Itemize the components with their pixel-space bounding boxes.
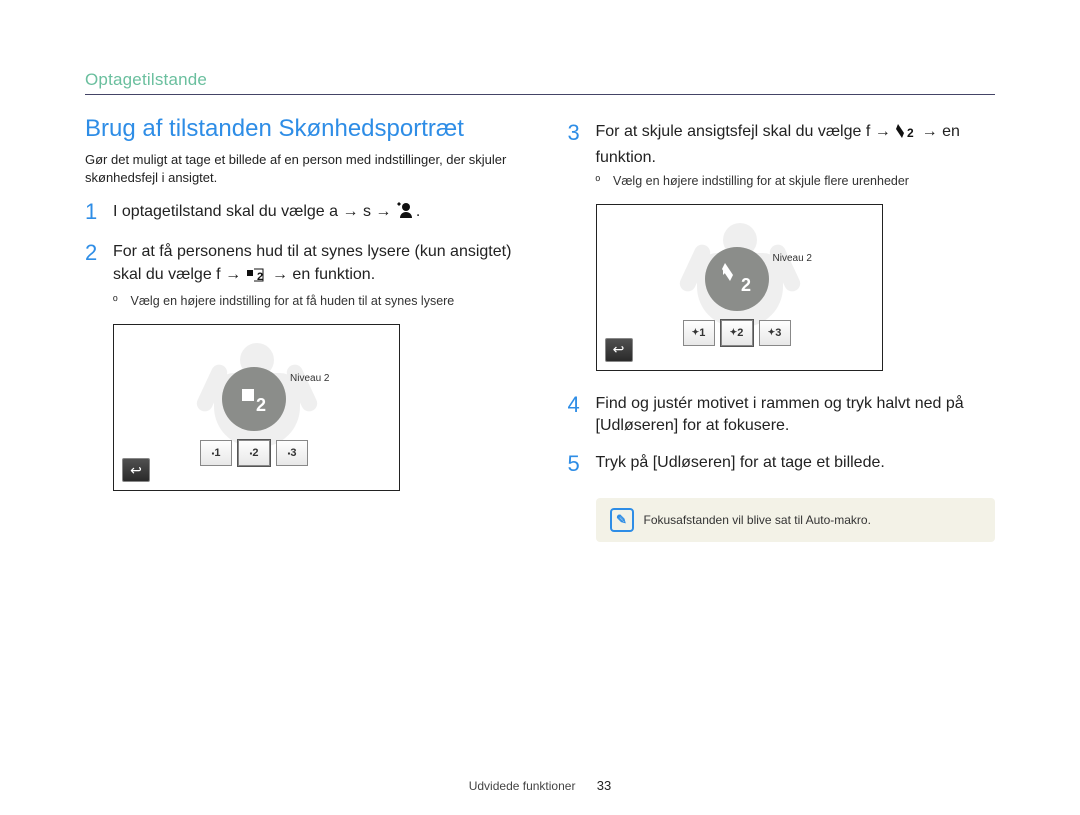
step-text: For at skjule ansigtsfejl skal du vælge … — [596, 121, 996, 170]
step-2: 2 For at få personens hud til at synes l… — [85, 241, 513, 290]
note-text: Vælg en højere indstilling for at skjule… — [613, 174, 909, 188]
arrow-icon: → — [875, 123, 891, 140]
step-number: 4 — [568, 393, 586, 438]
face-tone-icon: 2 — [246, 267, 268, 290]
step-2-tail: en funktion. — [292, 266, 375, 283]
intro-text: Gør det muligt at tage et billede af en … — [85, 151, 513, 186]
step-1-pre: I optagetilstand skal du vælge a — [113, 203, 338, 220]
page-title: Brug af tilstanden Skønhedsportræt — [85, 115, 513, 143]
right-column: 3 For at skjule ansigtsfejl skal du vælg… — [568, 115, 996, 542]
back-icon: ↩ — [130, 462, 142, 479]
level-option-3[interactable]: ✦3 — [759, 320, 791, 346]
step-3: 3 For at skjule ansigtsfejl skal du vælg… — [568, 121, 996, 170]
manual-page: Optagetilstande Brug af tilstanden Skønh… — [0, 0, 1080, 815]
arrow-icon: → — [375, 203, 391, 220]
footer-label: Udvidede funktioner — [469, 779, 576, 793]
page-number: 33 — [597, 778, 611, 793]
step-text: I optagetilstand skal du vælge a → s → . — [113, 200, 513, 227]
left-column: Brug af tilstanden Skønhedsportræt Gør d… — [85, 115, 513, 542]
tip-callout: ✎ Fokusafstanden vil blive sat til Auto-… — [596, 498, 996, 542]
back-icon: ↩ — [613, 341, 625, 358]
level-options: ▪1 ▪2 ▪3 — [200, 440, 308, 466]
level-options: ✦1 ✦2 ✦3 — [683, 320, 791, 346]
level-disc-icon: 2 — [222, 367, 286, 431]
level-disc-icon: 2 — [705, 247, 769, 311]
face-retouch-icon: 2 — [895, 122, 917, 147]
step-3-text: For at skjule ansigtsfejl skal du vælge … — [596, 123, 871, 140]
svg-text:2: 2 — [256, 395, 266, 415]
arrow-icon: → — [225, 266, 241, 283]
page-footer: Udvidede funktioner 33 — [0, 778, 1080, 793]
level-label: Niveau 2 — [773, 253, 812, 264]
level-option-2[interactable]: ✦2 — [721, 320, 753, 346]
level-option-2[interactable]: ▪2 — [238, 440, 270, 466]
arrow-icon: → — [342, 203, 358, 220]
note-text: Vælg en højere indstilling for at få hud… — [130, 294, 454, 308]
step-1: 1 I optagetilstand skal du vælge a → s →… — [85, 200, 513, 227]
step-note: º Vælg en højere indstilling for at skju… — [596, 174, 996, 188]
bullet-icon: º — [596, 174, 610, 188]
level-option-1[interactable]: ▪1 — [200, 440, 232, 466]
tip-text: Fokusafstanden vil blive sat til Auto-ma… — [644, 513, 871, 527]
level-option-3[interactable]: ▪3 — [276, 440, 308, 466]
step-text: Tryk på [Udløseren] for at tage et bille… — [596, 452, 996, 476]
step-5: 5 Tryk på [Udløseren] for at tage et bil… — [568, 452, 996, 476]
arrow-icon: → — [922, 123, 938, 140]
step-text: For at få personens hud til at synes lys… — [113, 241, 513, 290]
bullet-icon: º — [113, 294, 127, 308]
svg-text:2: 2 — [907, 126, 914, 140]
two-columns: Brug af tilstanden Skønhedsportræt Gør d… — [85, 115, 995, 542]
beauty-mode-icon — [396, 200, 416, 227]
preview-screenshot-left: 2 Niveau 2 ▪1 ▪2 ▪3 ↩ — [113, 324, 400, 491]
preview-screenshot-right: 2 Niveau 2 ✦1 ✦2 ✦3 ↩ — [596, 204, 883, 371]
step-text: Find og justér motivet i rammen og tryk … — [596, 393, 996, 438]
step-number: 5 — [568, 452, 586, 476]
divider — [85, 94, 995, 95]
level-option-1[interactable]: ✦1 — [683, 320, 715, 346]
note-icon: ✎ — [610, 508, 634, 532]
level-label: Niveau 2 — [290, 373, 329, 384]
svg-text:2: 2 — [741, 275, 751, 295]
step-1-mid: s — [363, 203, 371, 220]
step-number: 1 — [85, 200, 103, 227]
step-number: 2 — [85, 241, 103, 290]
section-label: Optagetilstande — [85, 70, 995, 90]
back-button[interactable]: ↩ — [122, 458, 150, 482]
back-button[interactable]: ↩ — [605, 338, 633, 362]
tip-body: Fokusafstanden vil blive sat til Auto-ma… — [644, 513, 871, 527]
step-4: 4 Find og justér motivet i rammen og try… — [568, 393, 996, 438]
step-note: º Vælg en højere indstilling for at få h… — [113, 294, 513, 308]
step-number: 3 — [568, 121, 586, 170]
arrow-icon: → — [272, 266, 288, 283]
